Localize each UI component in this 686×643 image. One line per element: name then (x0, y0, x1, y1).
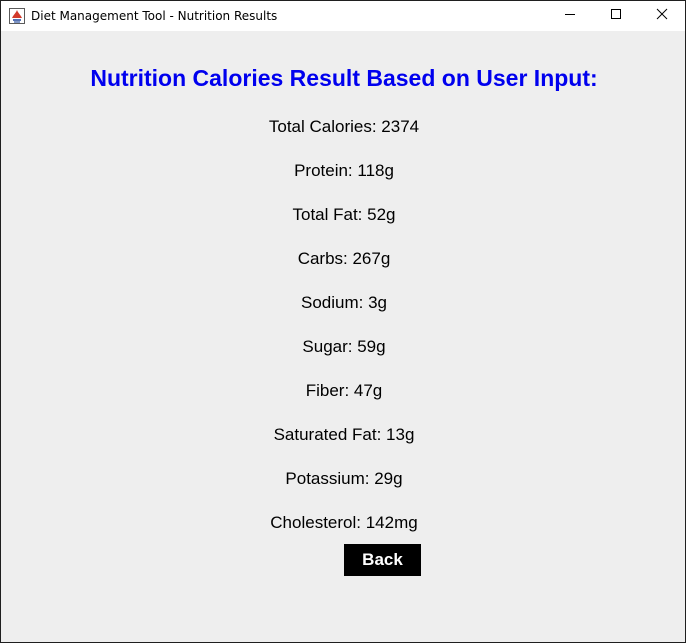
page-heading: Nutrition Calories Result Based on User … (90, 65, 598, 91)
result-sugar: Sugar: 59g (302, 337, 386, 356)
app-window: Diet Management Tool - Nutrition Results (0, 0, 686, 643)
close-button[interactable] (639, 1, 685, 31)
result-saturated-fat: Saturated Fat: 13g (273, 425, 415, 444)
results-panel: Nutrition Calories Result Based on User … (1, 31, 685, 642)
result-fiber: Fiber: 47g (305, 381, 383, 400)
maximize-icon (610, 7, 622, 25)
window-title: Diet Management Tool - Nutrition Results (31, 9, 278, 23)
nutrition-results-list: Total Calories: 2374 Protein: 118g Total… (1, 116, 686, 556)
java-app-icon (9, 8, 25, 24)
minimize-button[interactable] (547, 1, 593, 31)
result-carbs: Carbs: 267g (297, 249, 391, 268)
minimize-icon (564, 7, 576, 25)
back-button[interactable]: Back (344, 544, 421, 576)
result-protein: Protein: 118g (294, 161, 394, 180)
close-icon (656, 7, 668, 25)
result-sodium: Sodium: 3g (301, 293, 387, 312)
result-total-calories: Total Calories: 2374 (268, 117, 420, 136)
result-total-fat: Total Fat: 52g (292, 205, 396, 224)
result-potassium: Potassium: 29g (285, 469, 403, 488)
title-bar: Diet Management Tool - Nutrition Results (1, 1, 685, 31)
maximize-button[interactable] (593, 1, 639, 31)
